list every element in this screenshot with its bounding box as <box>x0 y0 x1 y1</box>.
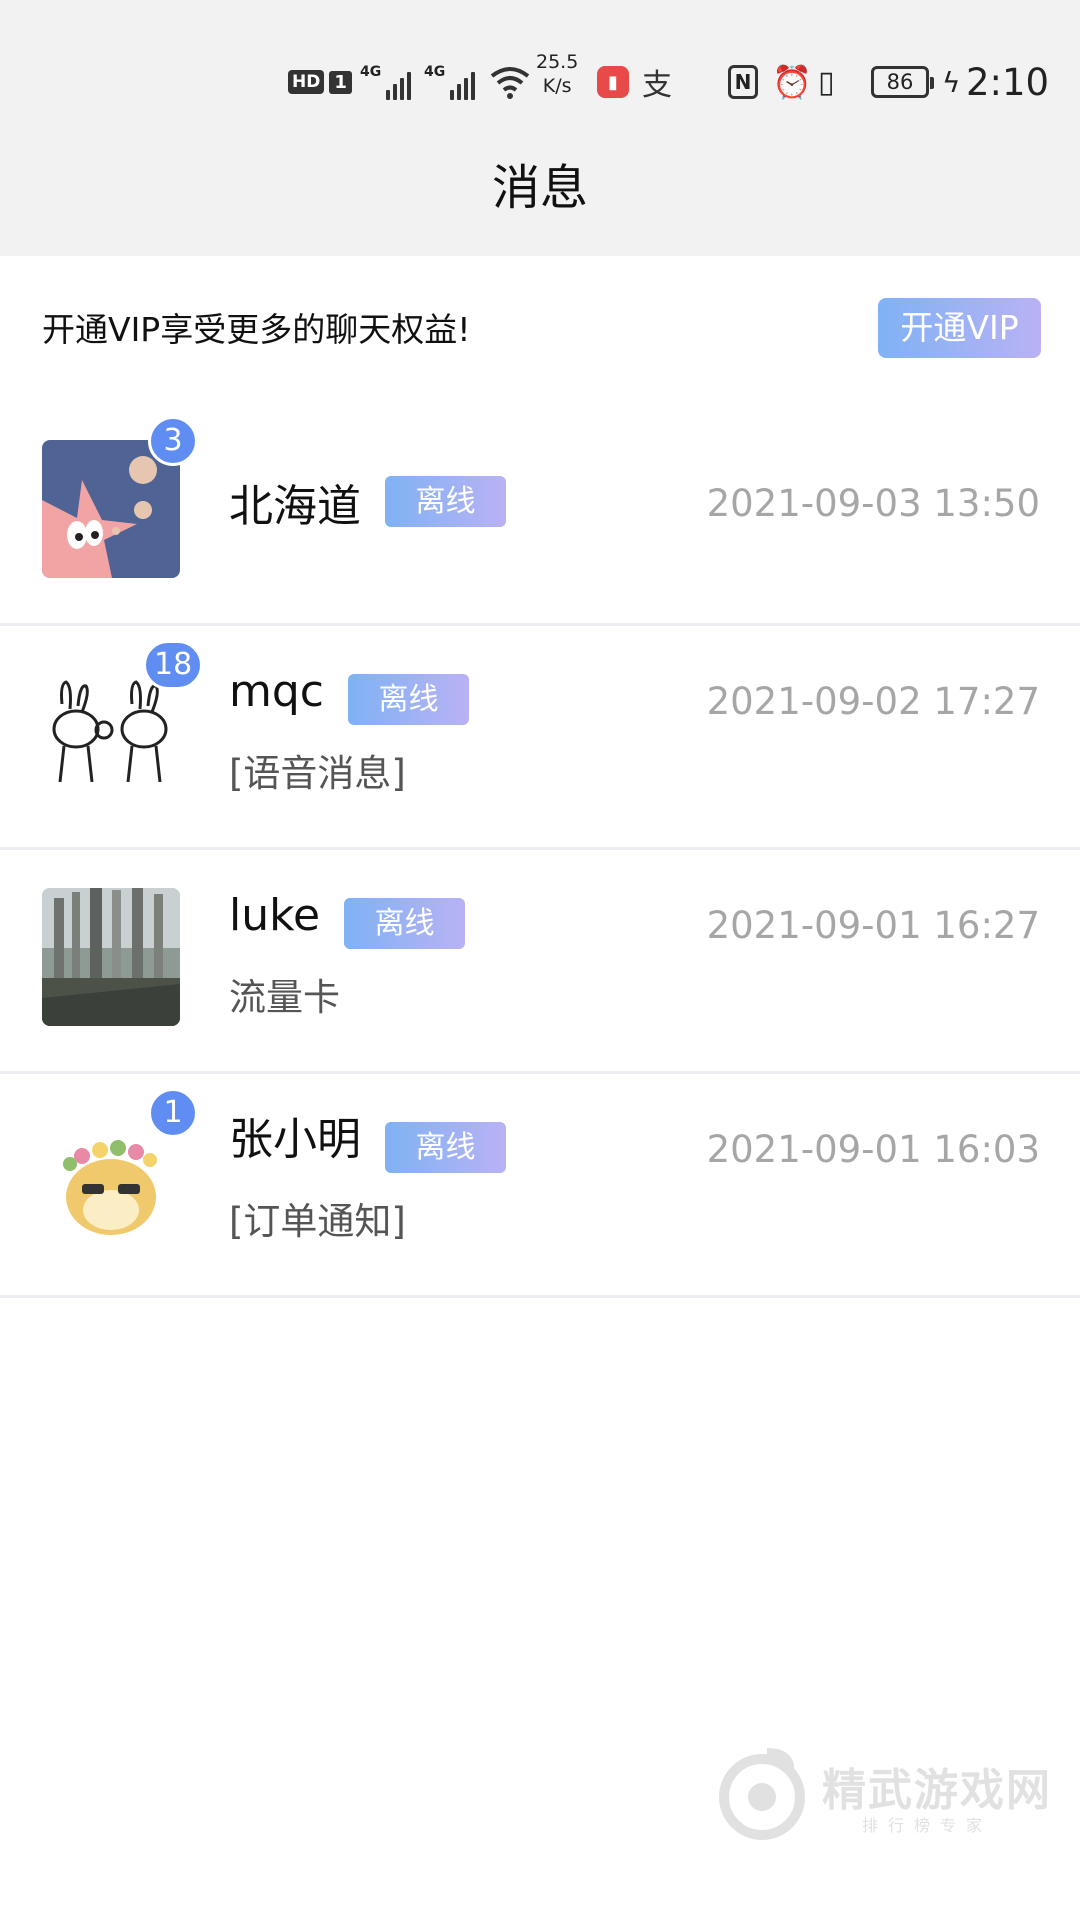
chat-item-2[interactable]: 18 mqc 离线 2021-09-02 17:27 [语音消息] <box>0 626 1080 850</box>
battery-level: 86 <box>871 66 934 98</box>
status-badge: 离线 <box>348 674 469 725</box>
nfc-icon: N <box>728 50 758 114</box>
speed-value: 25.5 <box>536 51 579 73</box>
unread-badge: 18 <box>143 640 204 690</box>
watermark-subtitle: 排行榜专家 <box>862 1816 993 1835</box>
page-title: 消息 <box>491 160 588 216</box>
alarm-icon: ⏰ <box>772 63 812 101</box>
network-label: 4G <box>360 64 382 80</box>
chat-item-1[interactable]: 3 北海道 离线 2021-09-03 13:50 <box>0 402 1080 626</box>
charging-icon: ϟ <box>942 65 961 99</box>
watermark-name: 精武游戏网 <box>822 1765 1052 1816</box>
status-badge: 离线 <box>385 476 506 527</box>
chat-item-3[interactable]: luke 离线 2021-09-01 16:27 流量卡 <box>0 850 1080 1074</box>
message-time: 2021-09-01 16:27 <box>706 904 1040 947</box>
network-label-2: 4G <box>424 64 446 80</box>
signal-icon-2: 4G <box>424 50 476 114</box>
contact-name: 北海道 <box>229 481 361 532</box>
vibrate-icon: ▯ <box>818 64 835 100</box>
watermark: 精武游戏网 排行榜专家 <box>712 1742 1052 1852</box>
vip-banner: 开通VIP享受更多的聊天权益! 开通VIP <box>0 256 1080 402</box>
speed-unit: K/s <box>542 75 572 97</box>
vip-promo-text: 开通VIP享受更多的聊天权益! <box>42 310 471 349</box>
battery-icon: 86 <box>871 50 934 114</box>
open-vip-button[interactable]: 开通VIP <box>878 298 1041 358</box>
hd-icon: HD 1 <box>288 50 352 114</box>
contact-name: luke <box>229 890 321 941</box>
status-badge: 离线 <box>344 898 465 949</box>
nfc-label: N <box>728 65 758 99</box>
building-photo-avatar[interactable] <box>42 888 180 1026</box>
unread-badge: 1 <box>148 1088 198 1138</box>
contact-name: mqc <box>229 666 324 717</box>
pay-app-icon: 支 <box>642 50 672 114</box>
book-app-icon: ▮ <box>597 50 629 114</box>
unread-badge: 3 <box>148 416 198 466</box>
pay-glyph: 支 <box>642 68 672 103</box>
signal-icon: 4G <box>360 50 412 114</box>
chat-item-4[interactable]: 1 张小明 离线 2021-09-01 16:03 [订单通知] <box>0 1074 1080 1298</box>
contact-name: 张小明 <box>229 1114 361 1165</box>
clock: 2:10 <box>966 60 1050 104</box>
hd-label: HD <box>288 70 325 94</box>
message-preview: [订单通知] <box>229 1200 406 1243</box>
watermark-logo-icon <box>719 1748 805 1840</box>
message-time: 2021-09-02 17:27 <box>706 680 1040 723</box>
status-bar: HD 1 4G 4G 25.5 K/s ▮ 支 N ⏰ ▯ 86 ϟ 2:10 <box>0 50 1080 114</box>
message-time: 2021-09-03 13:50 <box>706 482 1040 525</box>
wifi-icon <box>488 50 532 114</box>
sim-label: 1 <box>329 70 352 94</box>
message-preview: [语音消息] <box>229 752 406 795</box>
message-preview: 流量卡 <box>229 976 340 1019</box>
status-badge: 离线 <box>385 1122 506 1173</box>
network-speed: 25.5 K/s <box>536 50 578 114</box>
message-time: 2021-09-01 16:03 <box>706 1128 1040 1171</box>
